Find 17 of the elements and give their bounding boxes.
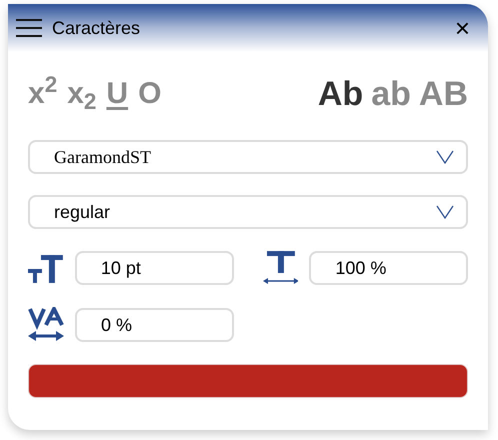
horizontal-scale-icon: [262, 251, 298, 285]
dropdown[interactable]: regular: [28, 195, 468, 229]
window-title: Caractères: [52, 16, 142, 40]
close-button[interactable]: ×: [454, 15, 470, 41]
input-field[interactable]: 10 pt: [74, 251, 234, 285]
input-field[interactable]: 0 %: [75, 308, 234, 342]
chevron-down-icon: [436, 205, 454, 219]
dropdown[interactable]: GaramondST: [28, 140, 468, 174]
dropdown-value: regular: [54, 200, 112, 224]
dropdown-value: GaramondST: [54, 146, 152, 168]
case-button[interactable]: Ab: [318, 77, 364, 111]
chevron-down-icon: [436, 150, 454, 164]
input-field[interactable]: 100 %: [309, 251, 468, 285]
tracking-icon: [28, 307, 64, 343]
color-swatch[interactable]: [28, 364, 468, 398]
font-size-icon: [28, 253, 64, 283]
menu-icon[interactable]: [16, 18, 42, 38]
